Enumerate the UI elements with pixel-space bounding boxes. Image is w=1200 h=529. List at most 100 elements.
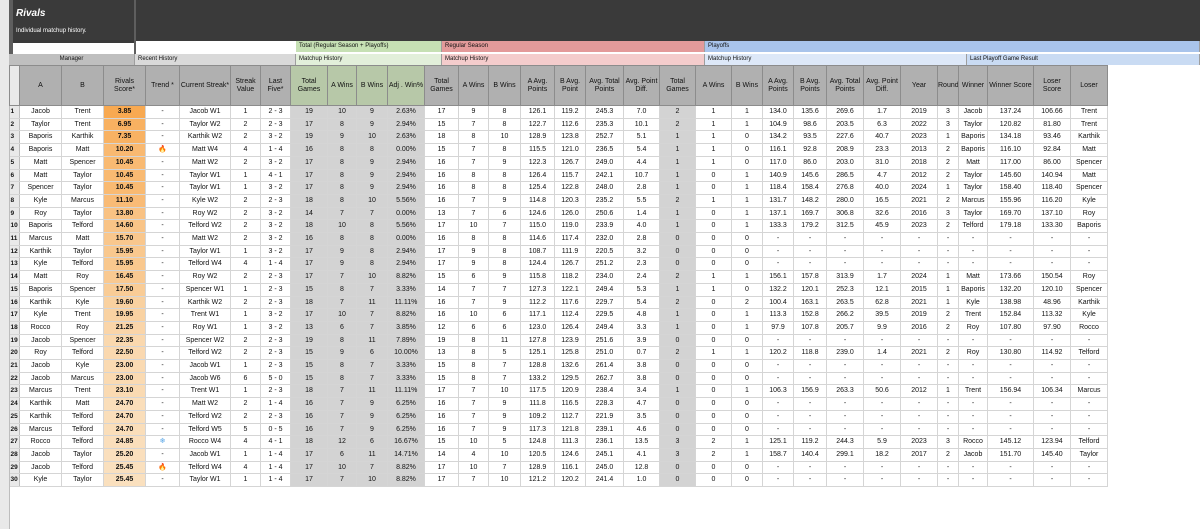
table-cell[interactable]: - — [762, 372, 794, 386]
table-cell[interactable]: Kyle — [1070, 194, 1108, 208]
table-cell[interactable]: 5.4 — [623, 296, 660, 310]
table-cell[interactable]: 129.5 — [554, 372, 586, 386]
table-cell[interactable]: 245.1 — [585, 448, 624, 462]
table-cell[interactable]: 312.5 — [826, 219, 864, 234]
table-cell[interactable]: Baporis — [958, 283, 988, 297]
table-cell[interactable]: 140.4 — [793, 448, 827, 462]
table-cell[interactable]: Roy — [1070, 270, 1108, 284]
table-cell[interactable]: 123.8 — [554, 130, 586, 145]
table-cell[interactable]: 9.9 — [863, 321, 901, 335]
table-cell[interactable]: - — [762, 461, 794, 475]
table-cell[interactable]: 62.8 — [863, 296, 901, 310]
table-cell[interactable]: 0 — [731, 461, 763, 475]
table-cell[interactable]: Taylor W1 — [179, 245, 231, 259]
table-cell[interactable]: 5.56% — [387, 194, 425, 208]
table-cell[interactable]: Taylor — [61, 473, 104, 488]
table-cell[interactable]: 1 — [937, 270, 959, 284]
table-cell[interactable]: - — [762, 473, 794, 488]
table-cell[interactable]: - — [937, 359, 959, 373]
table-cell[interactable]: Telford — [958, 219, 988, 234]
table-cell[interactable]: - — [937, 423, 959, 437]
table-cell[interactable]: 93.46 — [1033, 130, 1071, 145]
table-cell[interactable]: 169.70 — [987, 207, 1034, 221]
table-cell[interactable]: 262.7 — [585, 372, 624, 386]
table-cell[interactable]: 2018 — [900, 156, 938, 170]
table-cell[interactable]: Kyle — [19, 257, 62, 272]
table-cell[interactable]: 7 — [327, 384, 357, 399]
table-cell[interactable]: Roy — [19, 207, 62, 221]
table-cell[interactable]: Matt — [1070, 169, 1108, 183]
table-cell[interactable]: 2023 — [900, 219, 938, 234]
table-cell[interactable]: Taylor — [1070, 448, 1108, 462]
table-cell[interactable]: 1 — [230, 181, 261, 195]
table-cell[interactable]: 2.94% — [387, 156, 425, 170]
table-cell[interactable]: 0 — [731, 359, 763, 373]
table-cell[interactable]: 17 — [424, 245, 459, 259]
table-cell[interactable]: 229.5 — [585, 308, 624, 322]
table-cell[interactable]: 2.63% — [387, 130, 425, 145]
table-cell[interactable]: Roy — [1070, 207, 1108, 221]
table-cell[interactable]: 0 — [695, 423, 732, 437]
table-cell[interactable]: 14.60 — [103, 219, 146, 234]
table-cell[interactable]: 8 — [458, 372, 489, 386]
table-cell[interactable]: Baporis — [19, 219, 62, 234]
table-cell[interactable]: 124.6 — [520, 207, 555, 221]
table-cell[interactable]: 117.1 — [520, 308, 555, 322]
table-cell[interactable]: 17 — [290, 156, 328, 170]
table-cell[interactable]: 17 — [290, 181, 328, 195]
table-cell[interactable]: 158.7 — [762, 448, 794, 462]
table-cell[interactable]: Kyle — [61, 296, 104, 310]
table-cell[interactable]: 2021 — [900, 346, 938, 361]
table-cell[interactable]: 4.8 — [623, 308, 660, 322]
table-cell[interactable]: 280.0 — [826, 194, 864, 208]
table-cell[interactable]: 10.1 — [623, 118, 660, 132]
table-cell[interactable]: 125.1 — [520, 346, 555, 361]
table-cell[interactable]: Kyle — [19, 473, 62, 488]
table-cell[interactable]: 81.80 — [1033, 118, 1071, 132]
table-cell[interactable]: - — [1033, 423, 1071, 437]
table-cell[interactable]: 117.3 — [520, 423, 555, 437]
table-cell[interactable]: 6.25% — [387, 410, 425, 424]
table-cell[interactable]: 1 - 4 — [260, 143, 291, 157]
table-cell[interactable]: 2 - 3 — [260, 359, 291, 373]
table-cell[interactable]: 145.12 — [987, 435, 1034, 449]
column-header[interactable]: B — [61, 65, 104, 106]
table-cell[interactable]: 10 — [327, 105, 357, 119]
table-cell[interactable]: 125.4 — [520, 181, 555, 195]
column-header[interactable]: A Wins — [327, 65, 357, 106]
table-cell[interactable]: 0 — [731, 143, 763, 157]
table-cell[interactable]: 15 — [424, 118, 459, 132]
table-cell[interactable]: 0 — [731, 334, 763, 348]
table-cell[interactable]: 116.20 — [1033, 194, 1071, 208]
table-cell[interactable]: 6.95 — [103, 118, 146, 132]
table-cell[interactable]: 12.8 — [623, 461, 660, 475]
table-cell[interactable]: 3 — [937, 435, 959, 449]
table-cell[interactable]: Taylor — [958, 118, 988, 132]
table-cell[interactable]: 24.70 — [103, 410, 146, 424]
table-cell[interactable]: 5.5 — [623, 194, 660, 208]
table-cell[interactable]: 10.20 — [103, 143, 146, 157]
table-cell[interactable]: - — [145, 181, 180, 195]
table-cell[interactable]: 0 — [695, 257, 732, 272]
table-cell[interactable]: 9 — [356, 181, 388, 195]
table-cell[interactable]: 1 — [695, 194, 732, 208]
table-cell[interactable]: 0 — [695, 219, 732, 234]
table-cell[interactable]: - — [145, 194, 180, 208]
table-cell[interactable]: 16 — [290, 232, 328, 246]
table-cell[interactable]: 251.0 — [585, 346, 624, 361]
table-cell[interactable]: 2 — [230, 232, 261, 246]
table-cell[interactable]: Matt — [958, 156, 988, 170]
table-cell[interactable]: 16 — [290, 423, 328, 437]
table-cell[interactable]: 124.4 — [520, 257, 555, 272]
table-cell[interactable]: 2.8 — [623, 232, 660, 246]
table-cell[interactable]: - — [145, 397, 180, 411]
table-cell[interactable]: 137.10 — [1033, 207, 1071, 221]
table-cell[interactable]: 6 — [356, 346, 388, 361]
table-cell[interactable]: 0 — [731, 473, 763, 488]
table-cell[interactable]: Marcus — [19, 232, 62, 246]
table-cell[interactable]: 2 — [230, 156, 261, 170]
table-cell[interactable]: 14 — [424, 283, 459, 297]
table-cell[interactable]: 1 — [659, 207, 696, 221]
table-cell[interactable]: Spencer — [1070, 283, 1108, 297]
column-header[interactable]: Avg. Point Diff. — [623, 65, 660, 106]
